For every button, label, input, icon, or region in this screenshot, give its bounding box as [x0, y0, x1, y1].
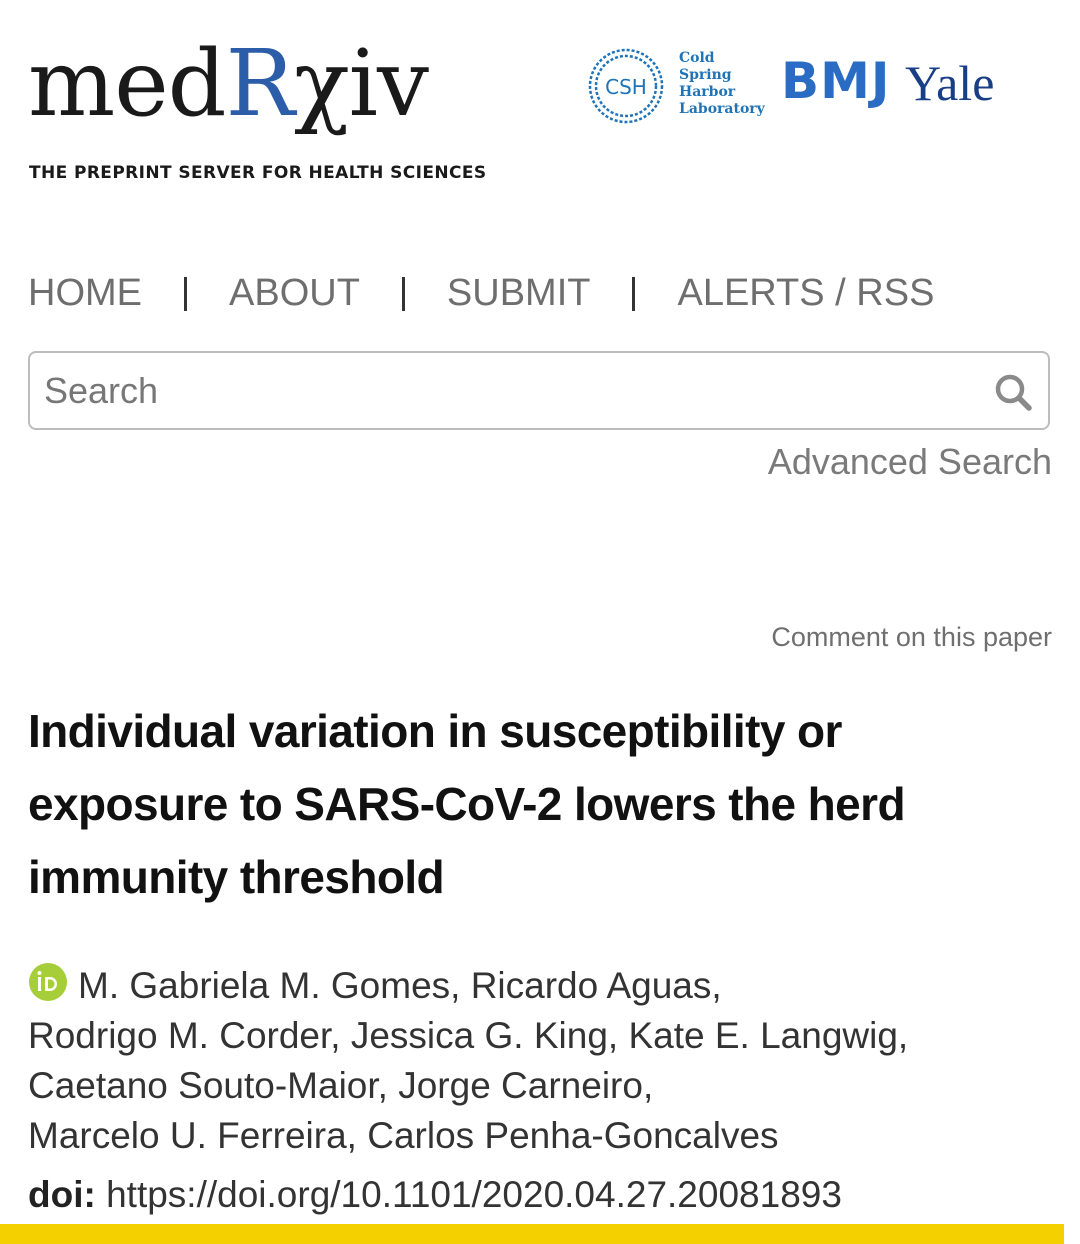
logo-tagline: THE PREPRINT SERVER FOR HEALTH SCIENCES — [29, 163, 487, 183]
nav-divider — [184, 276, 187, 311]
csh-wordmark: Cold Spring Harbor Laboratory — [679, 50, 765, 118]
csh-line: Cold — [679, 50, 715, 66]
paper-title: Individual variation in susceptibility o… — [28, 705, 906, 903]
csh-dna-ring-icon[interactable]: CSH — [586, 46, 666, 126]
author-line[interactable]: Caetano Souto-Maior, Jorge Carneiro, — [28, 1065, 653, 1106]
nav-alerts-rss[interactable]: ALERTS / RSS — [677, 272, 934, 315]
logo-r: R — [225, 30, 295, 137]
csh-badge: CSH — [605, 75, 647, 99]
doi-label: doi: — [28, 1174, 96, 1215]
nav-about[interactable]: ABOUT — [229, 272, 360, 315]
nav-divider — [401, 276, 405, 311]
nav-divider — [632, 276, 636, 311]
bmj-logo[interactable]: BMJ — [781, 56, 890, 106]
author-line[interactable]: Marcelo U. Ferreira, Carlos Penha-Goncal… — [28, 1115, 779, 1156]
main-nav: HOME ABOUT SUBMIT ALERTS / RSS — [28, 272, 934, 315]
search-box — [28, 351, 1050, 430]
nav-submit[interactable]: SUBMIT — [447, 272, 591, 315]
comment-link[interactable]: Comment on this paper — [771, 622, 1052, 653]
csh-line: Harbor — [679, 84, 736, 100]
doi-row: doi: https://doi.org/10.1101/2020.04.27.… — [28, 1174, 842, 1216]
yale-logo[interactable]: Yale — [905, 58, 994, 108]
nav-home[interactable]: HOME — [28, 272, 142, 315]
logo-prefix: med — [28, 30, 227, 137]
medrxiv-logo[interactable]: medRχiv — [28, 38, 429, 130]
author-line[interactable]: M. Gabriela M. Gomes, Ricardo Aguas, — [78, 965, 722, 1006]
author-list: M. Gabriela M. Gomes, Ricardo Aguas, Rod… — [28, 961, 1058, 1161]
doi-link[interactable]: https://doi.org/10.1101/2020.04.27.20081… — [106, 1174, 842, 1215]
logo-suffix: χiv — [293, 30, 429, 137]
highlight-bar — [0, 1224, 1064, 1244]
csh-line: Spring — [679, 67, 732, 83]
orcid-icon[interactable] — [28, 962, 68, 1002]
csh-line: Laboratory — [679, 101, 765, 117]
author-line[interactable]: Rodrigo M. Corder, Jessica G. King, Kate… — [28, 1015, 908, 1056]
search-icon[interactable] — [992, 371, 1034, 413]
advanced-search-link[interactable]: Advanced Search — [768, 441, 1052, 483]
search-input[interactable] — [44, 367, 964, 415]
